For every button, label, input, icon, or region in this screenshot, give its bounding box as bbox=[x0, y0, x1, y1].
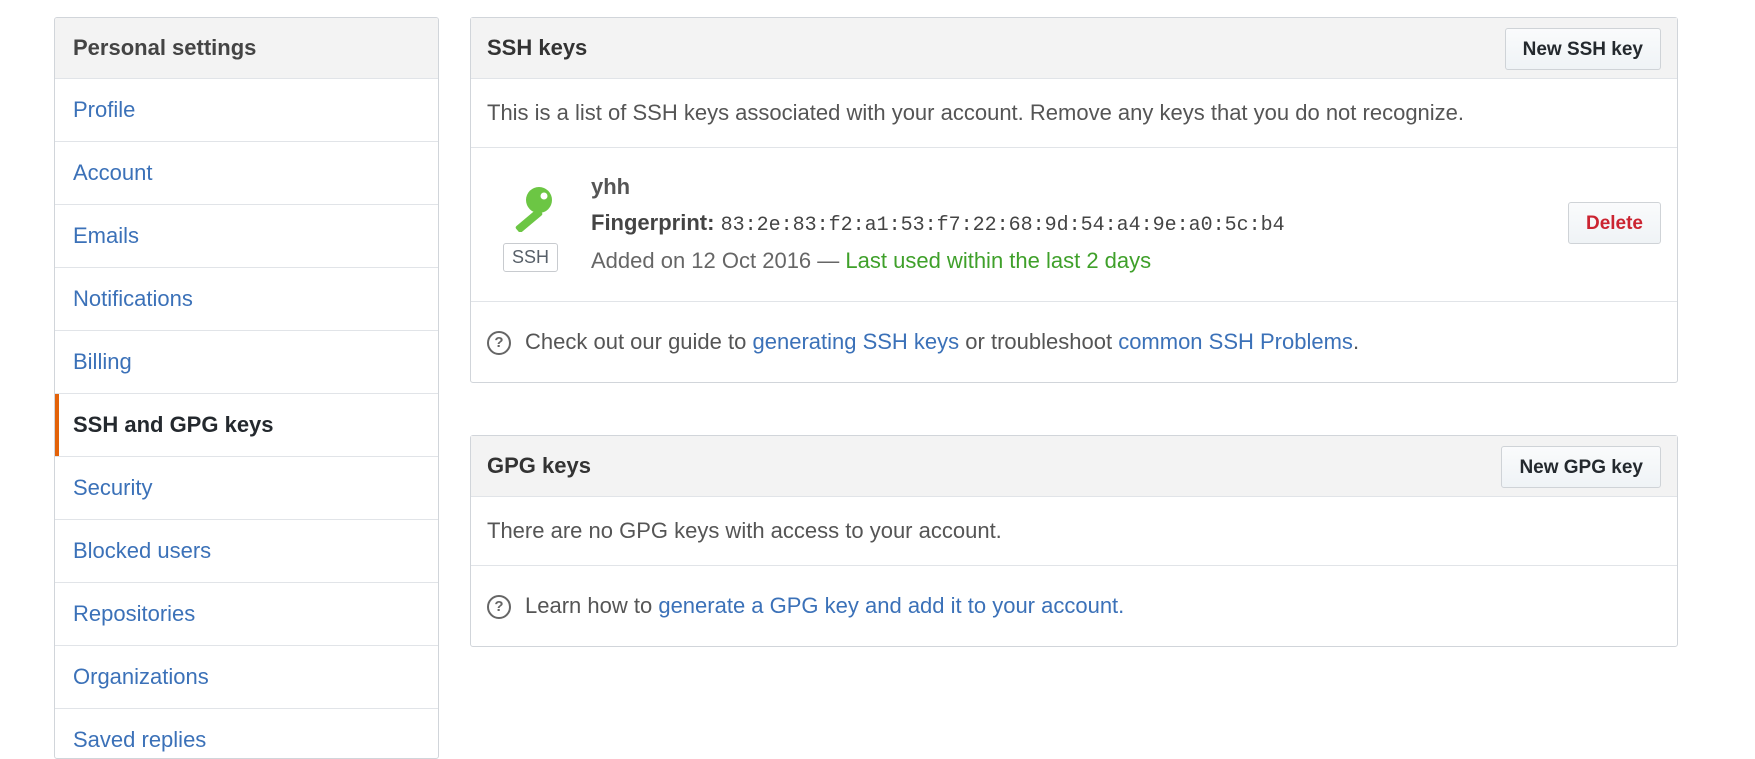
sidebar-item-saved-replies[interactable]: Saved replies bbox=[55, 709, 438, 758]
sidebar-item-blocked-users[interactable]: Blocked users bbox=[55, 520, 438, 583]
fingerprint-label: Fingerprint: bbox=[591, 210, 715, 235]
ssh-keys-title: SSH keys bbox=[487, 35, 588, 60]
question-icon: ? bbox=[487, 331, 511, 356]
ssh-help-row: ? Check out our guide to generating SSH k… bbox=[471, 302, 1677, 382]
gpg-keys-header: GPG keys New GPG key bbox=[471, 436, 1677, 497]
gpg-keys-title: GPG keys bbox=[487, 453, 591, 478]
sidebar-item-profile[interactable]: Profile bbox=[55, 79, 438, 142]
sidebar-item-account[interactable]: Account bbox=[55, 142, 438, 205]
ssh-key-last-used: Last used within the last 2 days bbox=[845, 248, 1152, 273]
common-ssh-problems-link[interactable]: common SSH Problems bbox=[1118, 329, 1353, 354]
ssh-keys-panel: SSH keys New SSH key This is a list of S… bbox=[470, 17, 1678, 383]
ssh-key-item: SSH yhh Fingerprint: 83:2e:83:f2:a1:53:f… bbox=[471, 148, 1677, 302]
ssh-keys-description: This is a list of SSH keys associated wi… bbox=[471, 79, 1677, 148]
new-gpg-key-button[interactable]: New GPG key bbox=[1501, 446, 1661, 488]
gpg-help-row: ? Learn how to generate a GPG key and add… bbox=[471, 566, 1677, 646]
generate-gpg-key-link[interactable]: generate a GPG key and add it to your ac… bbox=[658, 593, 1124, 618]
ssh-key-fingerprint-line: Fingerprint: 83:2e:83:f2:a1:53:f7:22:68:… bbox=[591, 210, 1285, 237]
sidebar-header: Personal settings bbox=[55, 18, 438, 79]
gpg-keys-panel: GPG keys New GPG key There are no GPG ke… bbox=[470, 435, 1678, 647]
question-icon: ? bbox=[487, 595, 511, 620]
ssh-key-added-line: Added on 12 Oct 2016 — Last used within … bbox=[591, 248, 1151, 274]
sidebar-item-security[interactable]: Security bbox=[55, 457, 438, 520]
sidebar-item-emails[interactable]: Emails bbox=[55, 205, 438, 268]
ssh-help-suffix: . bbox=[1352, 329, 1360, 354]
sidebar-item-ssh-gpg-keys[interactable]: SSH and GPG keys bbox=[55, 394, 438, 457]
ssh-keys-header: SSH keys New SSH key bbox=[471, 18, 1677, 79]
ssh-key-type-badge: SSH bbox=[503, 243, 559, 272]
sidebar-item-organizations[interactable]: Organizations bbox=[55, 646, 438, 709]
key-icon bbox=[515, 187, 552, 232]
gpg-empty-message: There are no GPG keys with access to you… bbox=[471, 497, 1677, 566]
fingerprint-value: 83:2e:83:f2:a1:53:f7:22:68:9d:54:a4:9e:a… bbox=[720, 214, 1285, 237]
ssh-key-added-date: Added on 12 Oct 2016 — bbox=[591, 248, 840, 273]
sidebar-item-billing[interactable]: Billing bbox=[55, 331, 438, 394]
ssh-key-name: yhh bbox=[591, 174, 631, 199]
ssh-help-prefix: Check out our guide to bbox=[525, 329, 747, 354]
sidebar-item-notifications[interactable]: Notifications bbox=[55, 268, 438, 331]
generating-ssh-keys-link[interactable]: generating SSH keys bbox=[753, 329, 960, 354]
new-ssh-key-button[interactable]: New SSH key bbox=[1504, 28, 1661, 70]
sidebar-item-repositories[interactable]: Repositories bbox=[55, 583, 438, 646]
delete-ssh-key-button[interactable]: Delete bbox=[1567, 202, 1661, 244]
ssh-help-middle: or troubleshoot bbox=[965, 329, 1113, 354]
gpg-help-prefix: Learn how to bbox=[525, 593, 653, 618]
settings-sidebar: Personal settings Profile Account Emails… bbox=[54, 17, 439, 759]
